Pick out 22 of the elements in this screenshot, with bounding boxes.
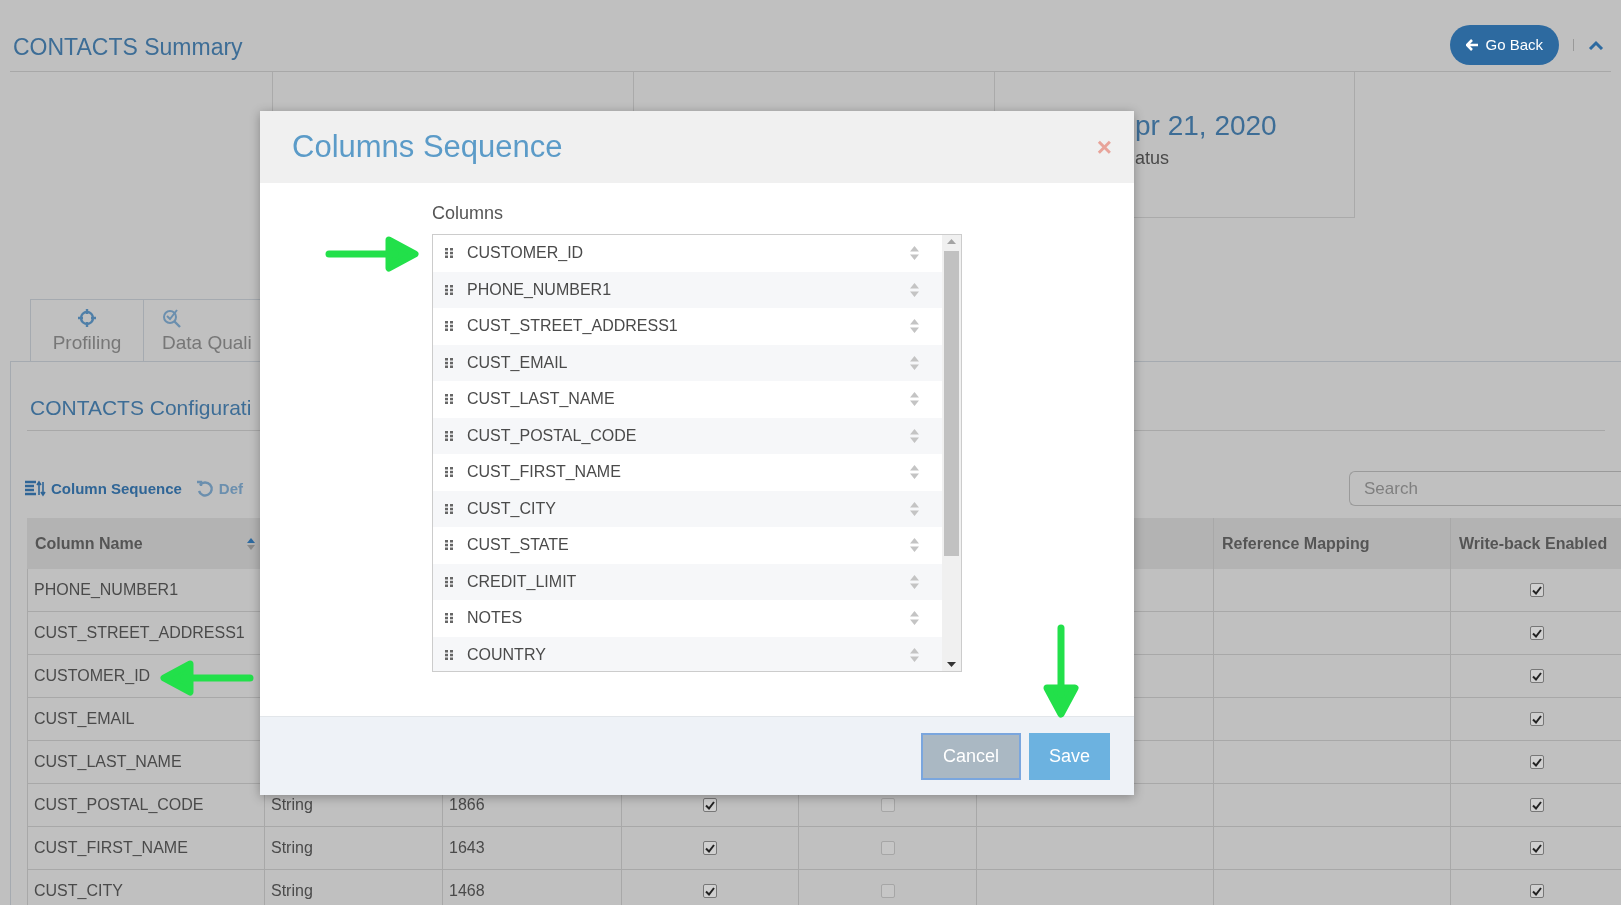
summary-date: pr 21, 2020: [1135, 110, 1277, 142]
list-item[interactable]: PHONE_NUMBER1: [433, 271, 942, 308]
table-cell: 1468: [442, 870, 621, 905]
list-item[interactable]: CUST_EMAIL: [433, 344, 942, 381]
dialog-title: Columns Sequence: [292, 129, 563, 165]
search-field[interactable]: Search: [1349, 471, 1621, 506]
summary-label: atus: [1135, 148, 1171, 169]
list-item[interactable]: CUST_CITY: [433, 490, 942, 527]
go-back-button[interactable]: Go Back: [1450, 24, 1559, 65]
section-title: CONTACTS Configurati: [30, 396, 252, 419]
table-cell: 1643: [442, 827, 621, 870]
column-header[interactable]: Reference Mapping: [1213, 518, 1450, 569]
table-cell: String: [264, 870, 442, 905]
field-label: Columns: [432, 203, 505, 224]
list-item[interactable]: CUST_POSTAL_CODE: [433, 417, 942, 454]
table-cell: String: [264, 827, 442, 870]
list-item[interactable]: CREDIT_LIMIT: [433, 563, 942, 600]
column-header[interactable]: Write-back Enabled: [1450, 518, 1621, 569]
page-title: CONTACTS Summary: [13, 34, 243, 61]
table-cell: CUST_CITY: [27, 870, 264, 905]
list-item[interactable]: COUNTRY: [433, 636, 942, 671]
table-cell: CUST_FIRST_NAME: [27, 827, 264, 870]
